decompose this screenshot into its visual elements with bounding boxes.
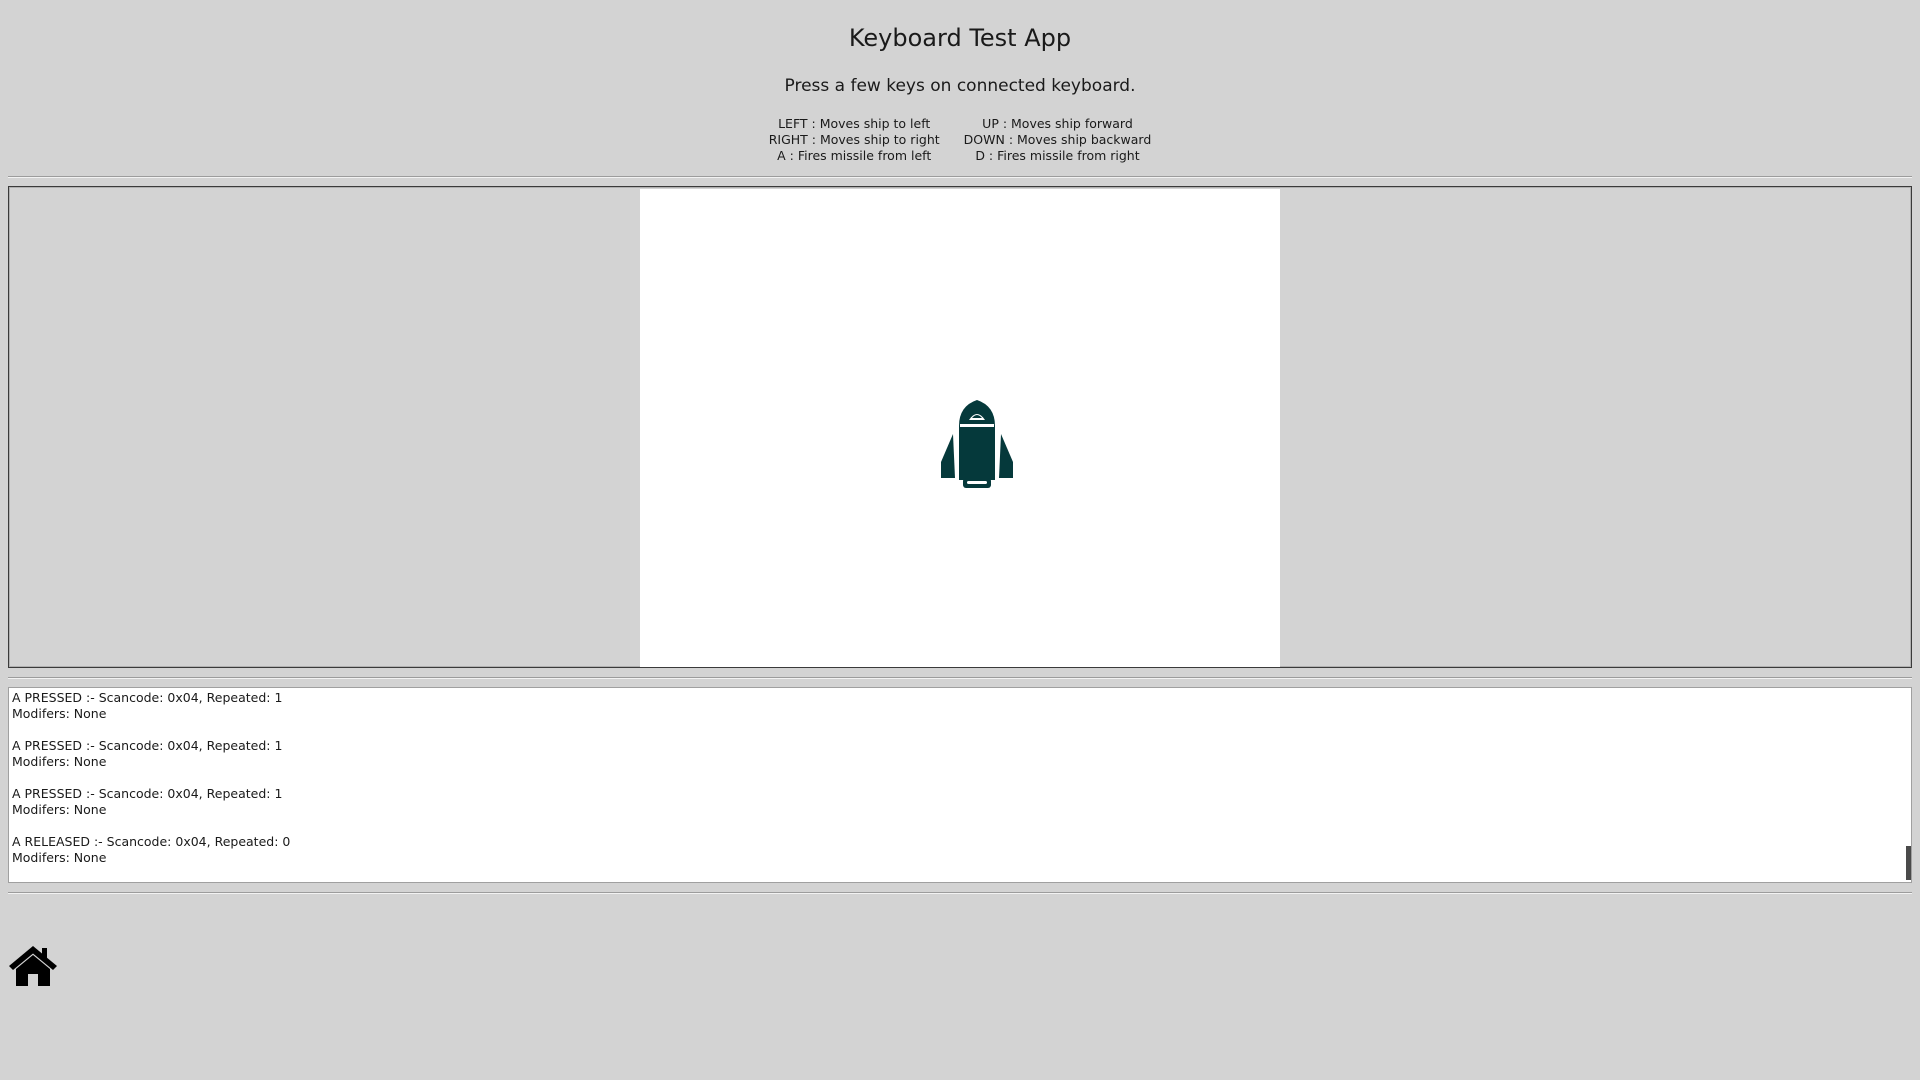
log-event-text: A PRESSED :- Scancode: 0x04, Repeated: 1	[12, 786, 283, 801]
log-modifiers-text: Modifers: None	[12, 802, 107, 817]
key-event-log[interactable]: A PRESSED :- Scancode: 0x04, Repeated: 1…	[8, 687, 1912, 883]
divider	[8, 677, 1912, 679]
log-event-text: A RELEASED :- Scancode: 0x04, Repeated: …	[12, 834, 291, 849]
game-area[interactable]	[8, 186, 1912, 668]
log-entry: A RELEASED :- Scancode: 0x04, Repeated: …	[12, 834, 1908, 866]
control-fire-right: D : Fires missile from right	[975, 148, 1140, 163]
log-entry: A PRESSED :- Scancode: 0x04, Repeated: 1…	[12, 738, 1908, 770]
log-modifiers-text: Modifers: None	[12, 850, 107, 865]
game-canvas[interactable]	[640, 189, 1280, 667]
home-icon	[9, 946, 57, 986]
page-title: Keyboard Test App	[848, 24, 1072, 52]
controls-legend-left: LEFT : Moves ship to left RIGHT : Moves …	[769, 116, 940, 164]
log-event-text: A PRESSED :- Scancode: 0x04, Repeated: 1	[12, 690, 283, 705]
divider	[8, 176, 1912, 178]
controls-legend: LEFT : Moves ship to left RIGHT : Moves …	[0, 116, 1920, 164]
control-up: UP : Moves ship forward	[982, 116, 1133, 131]
instructions-text: Press a few keys on connected keyboard.	[784, 76, 1136, 96]
log-entry: A PRESSED :- Scancode: 0x04, Repeated: 1…	[12, 690, 1908, 722]
log-entry: A PRESSED :- Scancode: 0x04, Repeated: 1…	[12, 786, 1908, 818]
control-down: DOWN : Moves ship backward	[963, 132, 1152, 147]
control-fire-left: A : Fires missile from left	[777, 148, 932, 163]
key-event-log-list: A PRESSED :- Scancode: 0x04, Repeated: 1…	[9, 688, 1911, 868]
rocket-ship-icon	[941, 400, 1013, 488]
log-event-text: A PRESSED :- Scancode: 0x04, Repeated: 1	[12, 738, 283, 753]
control-right: RIGHT : Moves ship to right	[768, 132, 940, 147]
home-button[interactable]	[8, 944, 58, 988]
control-left: LEFT : Moves ship to left	[778, 116, 931, 131]
keyboard-test-page: Keyboard Test App Press a few keys on co…	[0, 0, 1920, 1080]
log-scrollbar-thumb[interactable]	[1906, 846, 1911, 880]
divider	[8, 892, 1912, 894]
log-modifiers-text: Modifers: None	[12, 754, 107, 769]
log-modifiers-text: Modifers: None	[12, 706, 107, 721]
controls-legend-right: UP : Moves ship forward DOWN : Moves shi…	[964, 116, 1152, 164]
